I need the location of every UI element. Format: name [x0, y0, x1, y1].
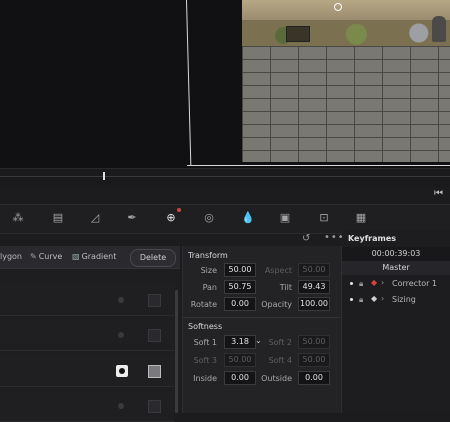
keyframe-track-row[interactable]: 🔒︎ ◆ › Corrector 1	[342, 277, 450, 291]
soft2-field[interactable]: 50.00	[298, 335, 330, 349]
window-row[interactable]	[0, 356, 174, 387]
tracker-icon[interactable]: ◎	[201, 211, 217, 225]
reset-icon[interactable]: ↺	[302, 233, 310, 244]
softness-title: Softness	[188, 322, 223, 331]
section-divider	[182, 317, 340, 318]
soft2-label: Soft 2	[268, 338, 292, 347]
sizing-icon[interactable]: ⊡	[316, 211, 332, 225]
soft4-label: Soft 4	[268, 356, 292, 365]
tilt-label: Tilt	[279, 283, 292, 292]
qualifier-eyedropper-icon[interactable]: ✒	[124, 211, 140, 225]
keyframe-diamond-icon[interactable]: ◆	[371, 294, 377, 303]
pan-field[interactable]: 50.75	[224, 280, 256, 294]
curve-button[interactable]: ✎ Curve	[30, 252, 62, 261]
window-row[interactable]	[0, 391, 174, 422]
opacity-label: Opacity	[261, 300, 292, 309]
chevron-right-icon[interactable]: ›	[381, 294, 384, 303]
enable-icon[interactable]	[118, 403, 124, 409]
delete-button[interactable]: Delete	[130, 249, 176, 267]
inside-label: Inside	[193, 374, 217, 383]
opacity-field[interactable]: 100.00	[298, 297, 330, 311]
window-center-handle[interactable]	[334, 3, 342, 11]
gradient-button[interactable]: ▧ Gradient	[72, 252, 116, 261]
soft4-field[interactable]: 50.00	[298, 353, 330, 367]
window-icon[interactable]: ⊕	[163, 211, 179, 225]
blur-icon[interactable]: 💧	[240, 211, 256, 225]
enable-icon[interactable]	[118, 297, 124, 303]
rotate-label: Rotate	[190, 300, 217, 309]
3d-icon[interactable]: ▦	[353, 211, 369, 225]
lock-icon[interactable]: 🔒︎	[359, 279, 363, 289]
tilt-field[interactable]: 49.43	[298, 280, 330, 294]
track-dot-icon	[350, 298, 353, 301]
window-bottom-line[interactable]	[187, 165, 450, 166]
viewer-image	[242, 0, 450, 162]
primaries-icon[interactable]: ▤	[50, 211, 66, 225]
window-row[interactable]	[0, 320, 174, 351]
outside-label: Outside	[261, 374, 292, 383]
lock-icon[interactable]: 🔒︎	[359, 295, 363, 305]
window-row[interactable]	[0, 285, 174, 316]
size-label: Size	[200, 266, 217, 275]
person-silhouette	[432, 16, 446, 42]
gradient-icon: ▧	[72, 252, 80, 261]
track-name: Sizing	[392, 295, 416, 304]
transform-title: Transform	[188, 251, 228, 260]
keyframes-title: Keyframes	[348, 234, 397, 243]
track-name: Corrector 1	[392, 279, 438, 288]
outside-field[interactable]: 0.00	[298, 371, 330, 385]
size-field[interactable]: 50.00	[224, 263, 256, 277]
inside-field[interactable]: 0.00	[224, 371, 256, 385]
enable-icon[interactable]	[116, 365, 128, 377]
soft3-field[interactable]: 50.00	[224, 353, 256, 367]
polygon-button[interactable]: lygon	[0, 252, 22, 261]
plaque	[286, 26, 310, 42]
soft1-label: Soft 1	[193, 338, 217, 347]
scrubber-track[interactable]	[0, 176, 450, 177]
keyframe-diamond-icon[interactable]: ◆	[371, 278, 377, 287]
aspect-field[interactable]: 50.00	[298, 263, 330, 277]
chevron-right-icon[interactable]: ›	[381, 278, 384, 287]
playhead[interactable]	[103, 172, 105, 180]
aspect-label: Aspect	[264, 266, 292, 275]
curve-icon: ✎	[30, 252, 37, 261]
track-dot-icon	[350, 282, 353, 285]
viewer	[0, 0, 450, 168]
left-panel-scrollbar[interactable]	[175, 290, 178, 413]
color-dots-icon[interactable]: ⁂	[10, 211, 26, 225]
pan-label: Pan	[202, 283, 217, 292]
soft3-label: Soft 3	[193, 356, 217, 365]
keyframe-track-row[interactable]: 🔒︎ ◆ › Sizing	[342, 293, 450, 307]
enable-icon[interactable]	[118, 332, 124, 338]
invert-checkbox[interactable]	[148, 400, 161, 413]
rotate-field[interactable]: 0.00	[224, 297, 256, 311]
invert-checkbox[interactable]	[148, 365, 161, 378]
key-icon[interactable]: ▣	[277, 211, 293, 225]
timeline-scrubber[interactable]	[0, 168, 450, 187]
active-indicator-dot	[177, 208, 181, 212]
invert-checkbox[interactable]	[148, 329, 161, 342]
keyframe-timecode: 00:00:39:03	[342, 247, 450, 261]
skip-back-icon[interactable]: ⏮	[434, 188, 443, 199]
invert-checkbox[interactable]	[148, 294, 161, 307]
keyframe-master-row[interactable]: Master	[342, 261, 450, 275]
curves-icon[interactable]: ◿	[87, 211, 103, 225]
soft1-field[interactable]: 3.18	[224, 335, 256, 349]
